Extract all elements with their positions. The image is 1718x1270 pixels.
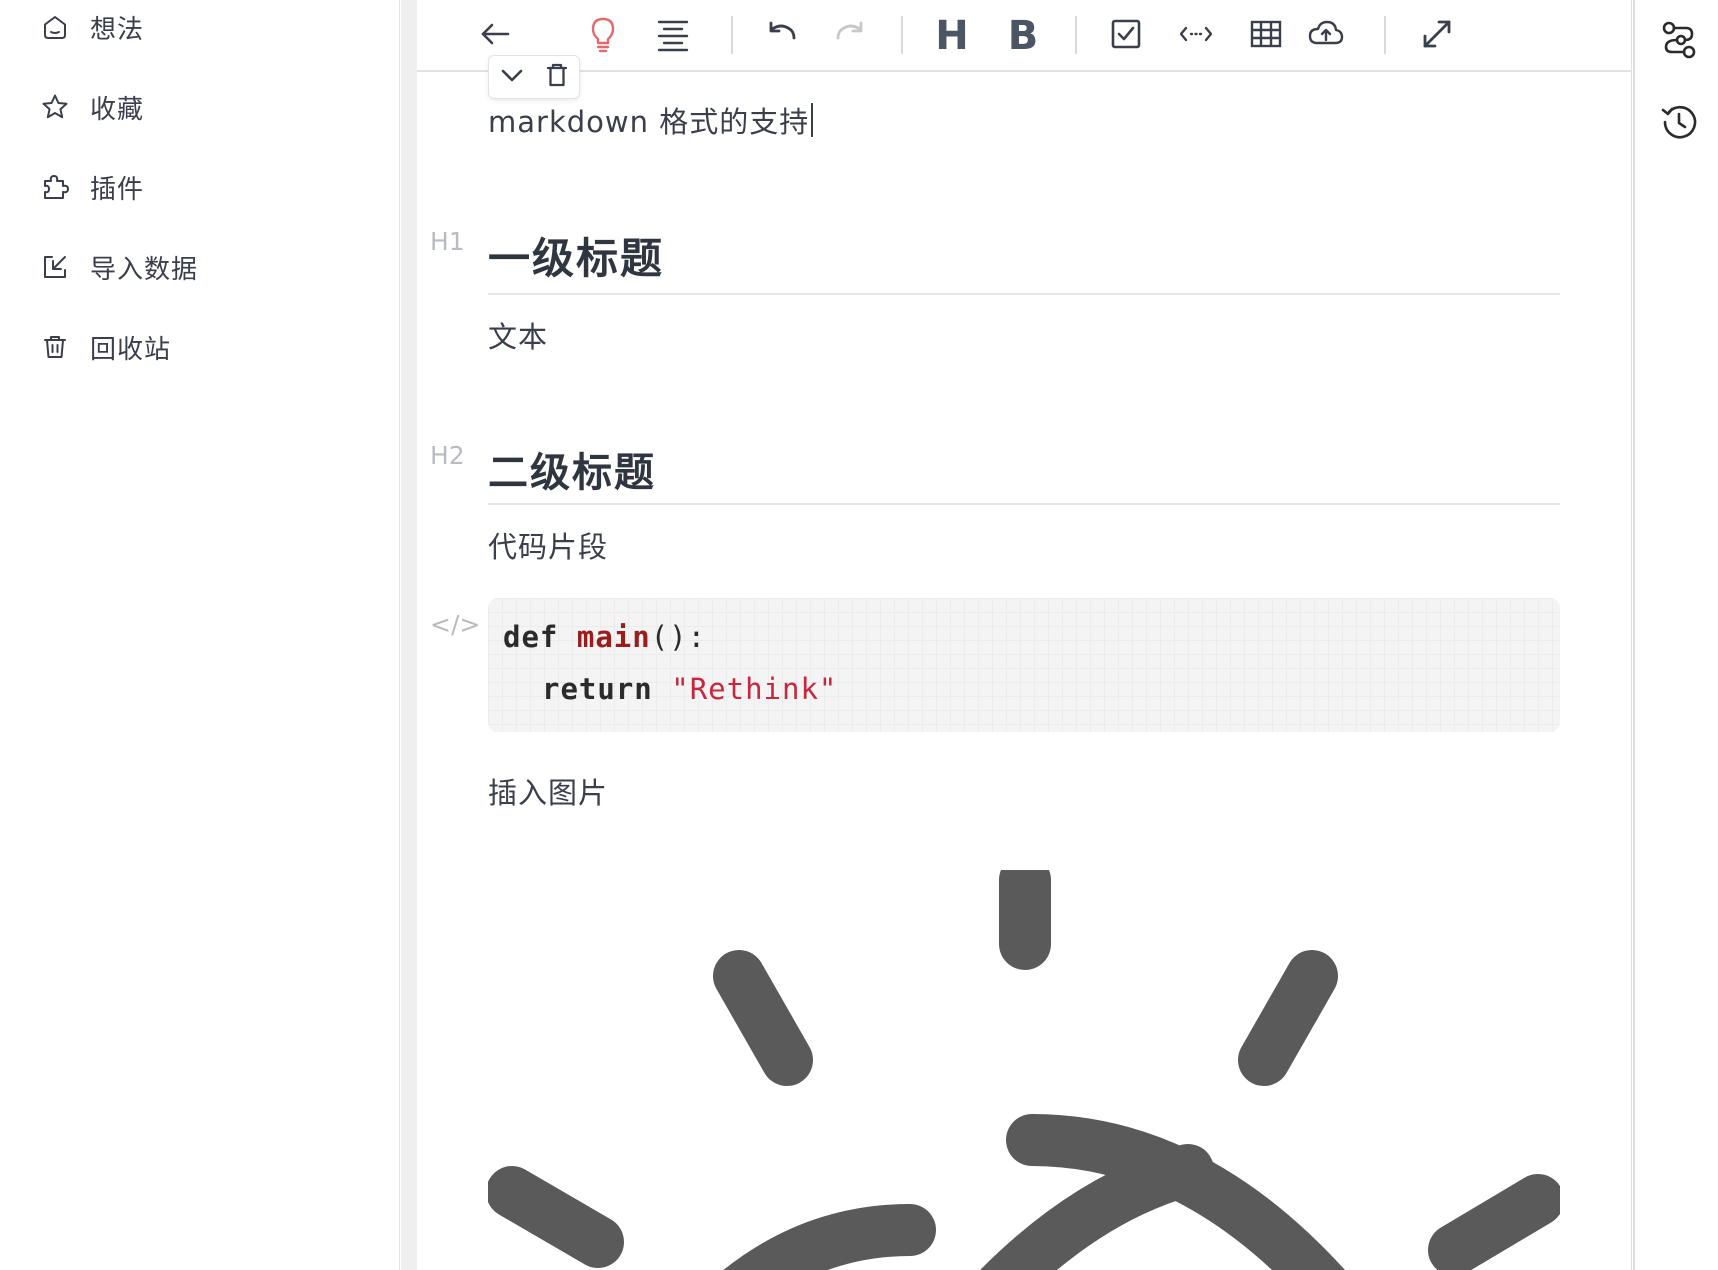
text-caret	[811, 103, 814, 137]
code-button[interactable]	[1172, 12, 1220, 60]
toolbar-separator	[901, 16, 903, 54]
sidebar-item-label: 回收站	[90, 334, 172, 365]
redo-icon	[831, 14, 871, 58]
checkbox-button[interactable]	[1102, 12, 1150, 60]
inserted-image[interactable]	[488, 870, 1560, 1270]
sidebar-divider[interactable]	[401, 0, 417, 1270]
heading-divider	[488, 293, 1560, 295]
star-icon	[38, 90, 72, 124]
sidebar-item-label: 插件	[90, 174, 145, 205]
home-icon	[38, 10, 72, 44]
right-panel	[1633, 0, 1718, 1270]
back-button[interactable]	[471, 12, 519, 60]
code-line: def main():	[503, 620, 706, 654]
align-center-icon	[653, 14, 693, 58]
toolbar-separator	[731, 16, 733, 54]
sidebar-item-plugins[interactable]: 插件	[38, 167, 144, 207]
table-button[interactable]	[1242, 12, 1290, 60]
trash-icon	[38, 330, 72, 364]
heading-level-tag: H1	[430, 227, 465, 256]
upload-button[interactable]	[1302, 12, 1350, 60]
sidebar-item-label: 想法	[90, 14, 145, 45]
code-block[interactable]: def main(): return "Rethink"	[488, 598, 1560, 732]
delete-block-button[interactable]	[540, 60, 574, 94]
code-icon	[1176, 14, 1216, 58]
toolbar-separator	[1075, 16, 1077, 54]
sidebar-item-trash[interactable]: 回收站	[38, 327, 171, 367]
code-keyword: def	[503, 620, 559, 654]
heading-icon: H	[935, 13, 969, 59]
heading-button[interactable]: H	[928, 12, 976, 60]
idea-mode-button[interactable]	[579, 12, 627, 60]
editor-toolbar: H B	[417, 0, 1632, 72]
block-menu	[488, 55, 580, 99]
code-punctuation: ():	[650, 620, 707, 654]
sidebar-item-import[interactable]: 导入数据	[38, 247, 198, 287]
sidebar-item-favorites[interactable]: 收藏	[38, 87, 144, 127]
sun-icon	[488, 870, 1560, 1270]
align-button[interactable]	[649, 12, 697, 60]
arrow-left-icon	[475, 14, 515, 58]
bold-icon: B	[1007, 13, 1039, 59]
chevron-down-icon	[498, 61, 526, 93]
delete-icon	[543, 61, 571, 93]
graph-icon	[1658, 19, 1700, 65]
code-keyword: return	[542, 672, 653, 706]
sidebar-item-label: 导入数据	[90, 254, 199, 285]
bold-button[interactable]: B	[999, 12, 1047, 60]
heading-2[interactable]: 二级标题	[488, 440, 656, 498]
lightbulb-icon	[583, 14, 623, 58]
fullscreen-button[interactable]	[1413, 12, 1461, 60]
undo-icon	[761, 14, 801, 58]
expand-icon	[1417, 14, 1457, 58]
toolbar-separator	[1384, 16, 1386, 54]
sidebar: 想法 收藏 插件 导入数据 回收站	[0, 0, 400, 1270]
code-line: return "Rethink"	[542, 672, 837, 706]
paragraph[interactable]: 代码片段	[488, 524, 608, 566]
redo-button[interactable]	[827, 12, 875, 60]
app-window: 想法 收藏 插件 导入数据 回收站 H B markdown 格式的支持 H1 …	[0, 0, 1718, 1270]
checkbox-icon	[1106, 14, 1146, 58]
collapse-block-button[interactable]	[495, 60, 529, 94]
cloud-upload-icon	[1306, 14, 1346, 58]
table-icon	[1246, 14, 1286, 58]
sidebar-item-label: 收藏	[90, 94, 145, 125]
puzzle-icon	[38, 170, 72, 204]
import-icon	[38, 250, 72, 284]
history-icon	[1658, 101, 1700, 147]
paragraph[interactable]: 文本	[488, 314, 548, 356]
code-function-name: main	[576, 620, 651, 654]
undo-button[interactable]	[757, 12, 805, 60]
paragraph[interactable]: 插入图片	[488, 770, 608, 812]
heading-level-tag: H2	[430, 441, 465, 470]
document-intro[interactable]: markdown 格式的支持	[488, 99, 814, 141]
graph-view-button[interactable]	[1655, 18, 1703, 66]
sidebar-item-ideas[interactable]: 想法	[38, 7, 144, 47]
intro-text: markdown 格式的支持	[488, 105, 810, 139]
history-button[interactable]	[1655, 100, 1703, 148]
heading-divider	[488, 503, 1560, 505]
code-block-tag: </>	[430, 610, 481, 639]
heading-1[interactable]: 一级标题	[488, 225, 664, 286]
code-string: "Rethink"	[671, 672, 838, 706]
